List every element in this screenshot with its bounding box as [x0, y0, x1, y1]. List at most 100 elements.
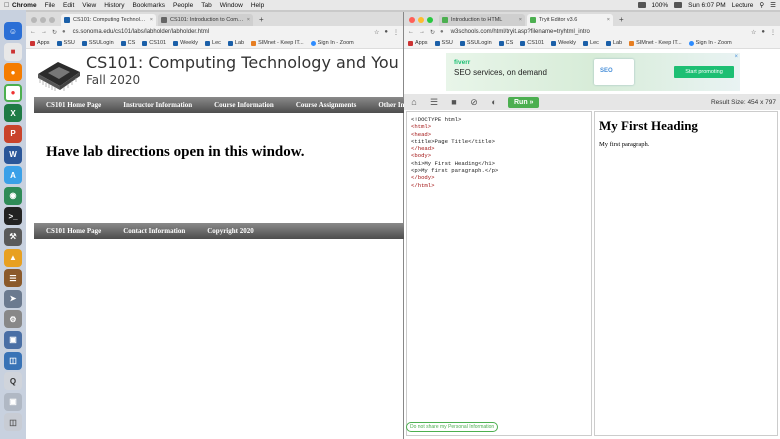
quicktime-icon[interactable]: Q [4, 372, 22, 391]
run-button[interactable]: Run » [508, 96, 540, 108]
reload-icon[interactable]: ↻ [52, 29, 57, 36]
close-window-icon[interactable] [409, 17, 415, 23]
menu-dots-icon[interactable]: ⋮ [770, 29, 776, 36]
bookmark-lec[interactable]: Lec [205, 40, 221, 46]
close-tab-icon[interactable]: × [150, 17, 153, 23]
apple-icon[interactable]:  [4, 2, 12, 9]
bookmark-cs101[interactable]: CS101 [520, 40, 544, 46]
remote-desktop-icon[interactable]: ◫ [4, 351, 22, 370]
trash-icon[interactable]: ◫ [4, 413, 22, 432]
home-icon[interactable]: ⌂ [408, 97, 420, 107]
clock[interactable]: Sun 6:07 PM [688, 2, 726, 9]
close-tab-icon[interactable]: × [247, 17, 250, 23]
orientation-icon[interactable]: ⊘ [468, 97, 480, 107]
footer-contact[interactable]: Contact Information [123, 227, 185, 235]
bookmark-cs[interactable]: CS [498, 40, 513, 46]
finder-icon[interactable]: ☺ [4, 22, 22, 40]
control-center-icon[interactable]: ☰ [770, 1, 776, 9]
launchpad-icon[interactable]: ■ [4, 42, 22, 61]
minimize-window-icon[interactable] [40, 17, 46, 23]
ad-start-promoting-button[interactable]: Start promoting [674, 66, 734, 78]
bookmark-ssulogin[interactable]: SSULogin [81, 40, 114, 46]
privacy-opt-out-button[interactable]: Do not share my Personal Information [406, 422, 499, 432]
close-window-icon[interactable] [31, 17, 37, 23]
bookmark-simnet[interactable]: SIMnet - Keep IT... [251, 40, 304, 46]
url-field[interactable]: w3schools.com/html/tryit.asp?filename=tr… [449, 28, 746, 37]
bookmark-star-icon[interactable]: ☆ [751, 29, 756, 36]
new-tab-button[interactable]: + [255, 15, 268, 26]
zoom-window-icon[interactable] [49, 17, 55, 23]
menu-edit[interactable]: Edit [63, 2, 74, 9]
folder-icon[interactable]: ▣ [4, 392, 22, 411]
tab-cs101-intro[interactable]: CS101: Introduction to Compu... × [158, 14, 253, 26]
bookmark-simnet[interactable]: SIMnet - Keep IT... [629, 40, 682, 46]
bookmark-apps[interactable]: Apps [408, 40, 428, 46]
nav-home[interactable]: CS101 Home Page [46, 101, 101, 109]
bookmark-weekly[interactable]: Weekly [551, 40, 576, 46]
menu-dots-icon[interactable]: ⋮ [393, 29, 399, 36]
nav-instructor[interactable]: Instructor Information [123, 101, 192, 109]
battery-icon[interactable] [674, 2, 683, 8]
back-icon[interactable]: ← [30, 29, 36, 35]
bookmark-weekly[interactable]: Weekly [173, 40, 198, 46]
bookmark-ssu[interactable]: SSU [434, 40, 453, 46]
menu-window[interactable]: Window [220, 2, 243, 9]
bookmark-apps[interactable]: Apps [30, 40, 50, 46]
url-field[interactable]: cs.sonoma.edu/cs101/labs/labholder/labho… [71, 28, 369, 37]
menu-icon[interactable]: ☰ [428, 97, 440, 107]
menu-history[interactable]: History [104, 2, 124, 9]
vlc-icon[interactable]: ▲ [4, 248, 22, 267]
forward-icon[interactable]: → [41, 29, 47, 35]
ad-close-icon[interactable]: × [734, 54, 738, 60]
bookmark-ssu[interactable]: SSU [56, 40, 75, 46]
nav-assignments[interactable]: Course Assignments [296, 101, 356, 109]
minimize-window-icon[interactable] [418, 17, 424, 23]
bookmark-cs101[interactable]: CS101 [142, 40, 166, 46]
reload-icon[interactable]: ↻ [430, 29, 435, 36]
tab-tryit-editor[interactable]: Tryit Editor v3.6 × [527, 14, 613, 26]
bookmark-zoom[interactable]: Sign In - Zoom [688, 40, 732, 46]
frog-app-icon[interactable]: ◉ [4, 186, 22, 205]
zoom-window-icon[interactable] [427, 17, 433, 23]
menu-file[interactable]: File [45, 2, 55, 9]
fiverr-ad-banner[interactable]: fiverr SEO services, on demand SEO Start… [446, 53, 740, 91]
tab-introduction-to-html[interactable]: Introduction to HTML × [439, 14, 525, 26]
profile-icon[interactable]: ● [384, 29, 388, 35]
word-icon[interactable]: W [4, 145, 22, 164]
bookmark-zoom[interactable]: Sign In - Zoom [310, 40, 354, 46]
chrome-icon[interactable]: ● [4, 83, 22, 102]
bookmark-lec[interactable]: Lec [583, 40, 599, 46]
xcode-icon[interactable]: ⚒ [4, 227, 22, 246]
theme-contrast-icon[interactable]: ◐ [488, 97, 500, 107]
bookmark-ssulogin[interactable]: SSULogin [459, 40, 492, 46]
system-preferences-icon[interactable]: ⚙ [4, 310, 22, 329]
user-name[interactable]: Lecture [732, 2, 754, 9]
menu-tab[interactable]: Tab [201, 2, 211, 9]
menu-people[interactable]: People [173, 2, 193, 9]
notes-icon[interactable]: ☰ [4, 269, 22, 288]
excel-icon[interactable]: X [4, 104, 22, 123]
code-editor[interactable]: <!DOCTYPE html> <html> <head> <title>Pag… [406, 111, 592, 436]
bookmark-cs[interactable]: CS [120, 40, 135, 46]
bookmark-star-icon[interactable]: ☆ [374, 29, 379, 36]
forward-icon[interactable]: → [419, 29, 425, 35]
terminal-icon[interactable]: >_ [4, 207, 22, 226]
close-tab-icon[interactable]: × [519, 17, 522, 23]
search-icon[interactable]: ⚲ [759, 1, 764, 9]
tab-cs101-labholder[interactable]: CS101: Computing Technolog... × [61, 14, 156, 26]
new-tab-button[interactable]: + [615, 15, 628, 26]
menu-help[interactable]: Help [251, 2, 264, 9]
footer-home[interactable]: CS101 Home Page [46, 227, 101, 235]
profile-icon[interactable]: ● [761, 29, 765, 35]
firefox-icon[interactable]: ● [4, 63, 22, 82]
wifi-icon[interactable] [637, 2, 646, 8]
bookmark-lab[interactable]: Lab [605, 40, 622, 46]
rocket-icon[interactable]: ➤ [4, 289, 22, 308]
back-icon[interactable]: ← [408, 29, 414, 35]
lock-icon[interactable]: ● [62, 29, 66, 35]
battery-percent[interactable]: 100% [652, 2, 669, 9]
menu-app-name[interactable]: Chrome [12, 2, 37, 9]
powerpoint-icon[interactable]: P [4, 124, 22, 143]
save-icon[interactable]: ■ [448, 97, 460, 107]
lock-icon[interactable]: ● [440, 29, 444, 35]
